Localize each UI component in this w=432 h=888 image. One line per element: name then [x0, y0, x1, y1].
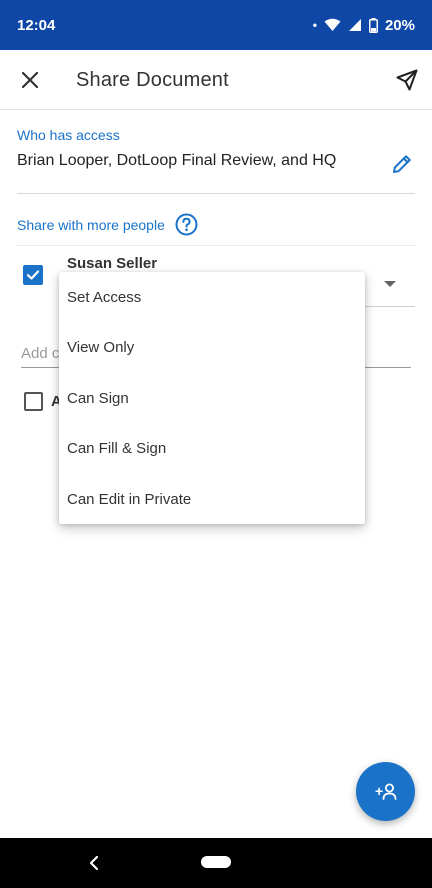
close-icon	[22, 72, 38, 88]
divider	[17, 193, 415, 194]
share-more-section: Share with more people	[17, 213, 198, 236]
access-select-underline	[365, 306, 415, 307]
menu-item-can-fill-sign[interactable]: Can Fill & Sign	[59, 424, 365, 474]
page-title: Share Document	[76, 69, 229, 91]
notification-dot: •	[312, 18, 317, 32]
add-person-icon: +	[375, 783, 396, 800]
access-value: Brian Looper, DotLoop Final Review, and …	[17, 152, 337, 169]
back-icon[interactable]	[86, 854, 102, 872]
status-icons: • 20%	[313, 17, 415, 34]
edit-pencil-icon	[393, 155, 411, 173]
wifi-icon	[324, 18, 341, 31]
battery-icon	[368, 17, 378, 33]
help-circle-icon[interactable]	[175, 213, 198, 236]
access-dropdown-menu: Set Access View Only Can Sign Can Fill &…	[59, 272, 365, 524]
menu-item-view-only[interactable]: View Only	[59, 323, 365, 373]
status-bar: 12:04 • 20%	[0, 0, 432, 50]
add-person-button[interactable]: +	[356, 762, 415, 821]
menu-item-set-access[interactable]: Set Access	[59, 273, 365, 323]
person-name: Susan Seller	[67, 255, 158, 272]
access-label: Who has access	[17, 127, 120, 143]
edit-access-button[interactable]	[390, 152, 414, 176]
share-more-label: Share with more people	[17, 216, 165, 233]
option-checkbox[interactable]	[24, 392, 43, 411]
battery-percent: 20%	[384, 16, 415, 34]
status-time: 12:04	[17, 16, 56, 34]
person-checkbox[interactable]	[23, 265, 43, 285]
app-bar: Share Document	[0, 50, 432, 110]
close-button[interactable]	[15, 65, 45, 95]
home-button[interactable]	[201, 856, 231, 868]
send-button[interactable]	[392, 65, 422, 95]
check-icon	[26, 270, 40, 280]
signal-icon	[348, 19, 361, 31]
chevron-down-icon[interactable]	[384, 281, 396, 287]
menu-item-can-sign[interactable]: Can Sign	[59, 374, 365, 424]
menu-item-can-edit-private[interactable]: Can Edit in Private	[59, 475, 365, 525]
send-icon	[396, 69, 418, 91]
plus-sign: +	[375, 783, 383, 799]
